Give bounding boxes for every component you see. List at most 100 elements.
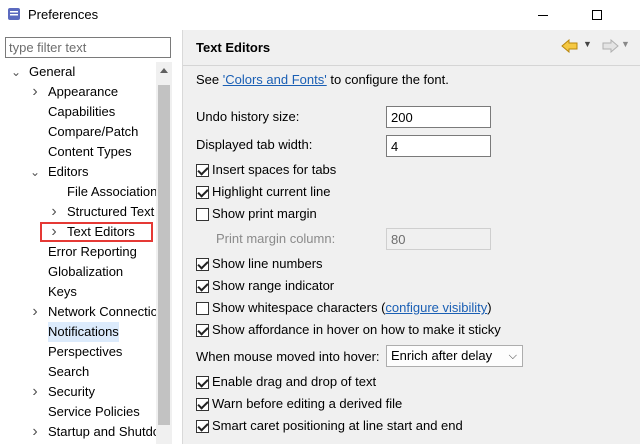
tree-item[interactable]: › Appearance bbox=[0, 82, 156, 102]
undo-history-label: Undo history size: bbox=[196, 109, 300, 124]
chevron-down-icon: ⌵ bbox=[508, 350, 517, 362]
tree-item[interactable]: Service Policies bbox=[0, 402, 156, 422]
preferences-tree: ⌄ General › Appearance Capabilities Compare/P… bbox=[0, 62, 156, 444]
tree-item[interactable]: Notifications bbox=[0, 322, 156, 342]
hover-select[interactable]: Enrich after delay ⌵ bbox=[386, 345, 523, 367]
print-margin-checkbox[interactable] bbox=[196, 208, 209, 221]
tree-item[interactable]: Globalization bbox=[0, 262, 156, 282]
tree-item[interactable]: › Text Editors bbox=[40, 222, 153, 242]
tree-item[interactable]: › Network Connections bbox=[0, 302, 156, 322]
drag-drop-label: Enable drag and drop of text bbox=[212, 374, 377, 389]
tree-item[interactable]: › Structured Text bbox=[0, 202, 156, 222]
smart-caret-label: Smart caret positioning at line start an… bbox=[212, 418, 463, 433]
insert-spaces-label: Insert spaces for tabs bbox=[212, 162, 337, 177]
affordance-checkbox[interactable] bbox=[196, 324, 209, 337]
collapsed-chevron-icon[interactable]: › bbox=[48, 202, 60, 222]
app-icon bbox=[8, 8, 20, 20]
tree-item-label: Capabilities bbox=[48, 104, 116, 119]
tree-item-label: Globalization bbox=[48, 264, 124, 279]
page-header: Text Editors ▼ ▼ bbox=[183, 30, 640, 66]
whitespace-label-group: Show whitespace characters (configure vi… bbox=[212, 298, 492, 318]
forward-dropdown-icon[interactable]: ▼ bbox=[621, 39, 630, 49]
whitespace-label-close: ) bbox=[487, 300, 492, 315]
tab-width-input[interactable] bbox=[386, 135, 491, 157]
tree-item-label: Keys bbox=[48, 284, 77, 299]
print-margin-label: Show print margin bbox=[212, 206, 317, 221]
range-indicator-checkbox[interactable] bbox=[196, 280, 209, 293]
drag-drop-checkbox[interactable] bbox=[196, 376, 209, 389]
maximize-icon bbox=[592, 10, 602, 20]
back-arrow-icon[interactable] bbox=[561, 39, 579, 53]
whitespace-checkbox[interactable] bbox=[196, 302, 209, 315]
tree-item-label: File Associations bbox=[67, 184, 156, 199]
highlight-line-checkbox[interactable] bbox=[196, 186, 209, 199]
hover-label: When mouse moved into hover: bbox=[196, 349, 380, 364]
tree-item-label: General bbox=[29, 64, 76, 79]
undo-history-input[interactable] bbox=[386, 106, 491, 128]
maximize-button[interactable] bbox=[574, 0, 620, 30]
preferences-nav: ⌄ General › Appearance Capabilities Compare/P… bbox=[0, 30, 172, 444]
window-title: Preferences bbox=[28, 7, 99, 22]
highlight-line-label: Highlight current line bbox=[212, 184, 331, 199]
tree-item[interactable]: › Startup and Shutdown bbox=[0, 422, 156, 442]
hover-select-value: Enrich after delay bbox=[391, 348, 493, 363]
scroll-thumb[interactable] bbox=[158, 85, 170, 425]
collapsed-chevron-icon[interactable]: › bbox=[48, 222, 60, 242]
tree-item-label: Appearance bbox=[48, 84, 119, 99]
tree-item-label: Editors bbox=[48, 164, 89, 179]
tree-item[interactable]: Perspectives bbox=[0, 342, 156, 362]
filter-input[interactable] bbox=[5, 37, 171, 58]
tree-item[interactable]: Content Types bbox=[0, 142, 156, 162]
tree-item[interactable]: Capabilities bbox=[0, 102, 156, 122]
font-hint: See 'Colors and Fonts' to configure the … bbox=[196, 70, 449, 90]
collapsed-chevron-icon[interactable]: › bbox=[29, 82, 41, 102]
configure-visibility-link[interactable]: configure visibility bbox=[385, 300, 487, 315]
warn-derived-label: Warn before editing a derived file bbox=[212, 396, 403, 411]
font-hint-prefix: See bbox=[196, 72, 223, 87]
tree-item[interactable]: Keys bbox=[0, 282, 156, 302]
minimize-button[interactable] bbox=[520, 0, 566, 30]
collapsed-chevron-icon[interactable]: › bbox=[29, 382, 41, 402]
warn-derived-checkbox[interactable] bbox=[196, 398, 209, 411]
tree-item-label: Structured Text bbox=[67, 204, 155, 219]
tree-item[interactable]: Compare/Patch bbox=[0, 122, 156, 142]
expanded-chevron-icon[interactable]: ⌄ bbox=[29, 162, 41, 182]
tree-item-label: Startup and Shutdown bbox=[48, 424, 156, 439]
expanded-chevron-icon[interactable]: ⌄ bbox=[10, 62, 22, 82]
tree-item[interactable]: Search bbox=[0, 362, 156, 382]
tree-item[interactable]: › Security bbox=[0, 382, 156, 402]
whitespace-label: Show whitespace characters ( bbox=[212, 300, 386, 315]
preference-page: Text Editors ▼ ▼ See 'Colors and Fonts' … bbox=[182, 30, 640, 444]
insert-spaces-checkbox[interactable] bbox=[196, 164, 209, 177]
smart-caret-checkbox[interactable] bbox=[196, 420, 209, 433]
colors-and-fonts-link[interactable]: 'Colors and Fonts' bbox=[223, 72, 327, 87]
scroll-up-icon[interactable] bbox=[160, 68, 168, 73]
tree-item[interactable]: File Associations bbox=[0, 182, 156, 202]
affordance-label: Show affordance in hover on how to make … bbox=[212, 322, 501, 337]
range-indicator-label: Show range indicator bbox=[212, 278, 335, 293]
collapsed-chevron-icon[interactable]: › bbox=[29, 422, 41, 442]
line-numbers-checkbox[interactable] bbox=[196, 258, 209, 271]
forward-arrow-icon[interactable] bbox=[601, 39, 619, 53]
back-dropdown-icon[interactable]: ▼ bbox=[583, 39, 592, 49]
tree-item-label: Perspectives bbox=[48, 344, 123, 359]
print-margin-column-input bbox=[386, 228, 491, 250]
print-margin-column-label: Print margin column: bbox=[216, 231, 336, 246]
tree-item[interactable]: ⌄ Editors bbox=[0, 162, 156, 182]
collapsed-chevron-icon[interactable]: › bbox=[29, 302, 41, 322]
tree-item-label: Text Editors bbox=[67, 224, 135, 239]
tree-item-label: Security bbox=[48, 384, 95, 399]
page-title: Text Editors bbox=[196, 40, 271, 55]
tree-item-label: Network Connections bbox=[48, 304, 156, 319]
title-bar: Preferences bbox=[0, 0, 640, 30]
tree-item-label: Notifications bbox=[48, 322, 119, 342]
minimize-icon bbox=[538, 14, 548, 16]
tree-item-label: Search bbox=[48, 364, 90, 379]
tree-item-label: Compare/Patch bbox=[48, 124, 139, 139]
tab-width-label: Displayed tab width: bbox=[196, 137, 313, 152]
tree-item[interactable]: Error Reporting bbox=[0, 242, 156, 262]
tree-item[interactable]: ⌄ General bbox=[0, 62, 156, 82]
tree-scrollbar[interactable] bbox=[156, 62, 172, 444]
font-hint-suffix: to configure the font. bbox=[326, 72, 449, 87]
tree-item-label: Error Reporting bbox=[48, 244, 137, 259]
